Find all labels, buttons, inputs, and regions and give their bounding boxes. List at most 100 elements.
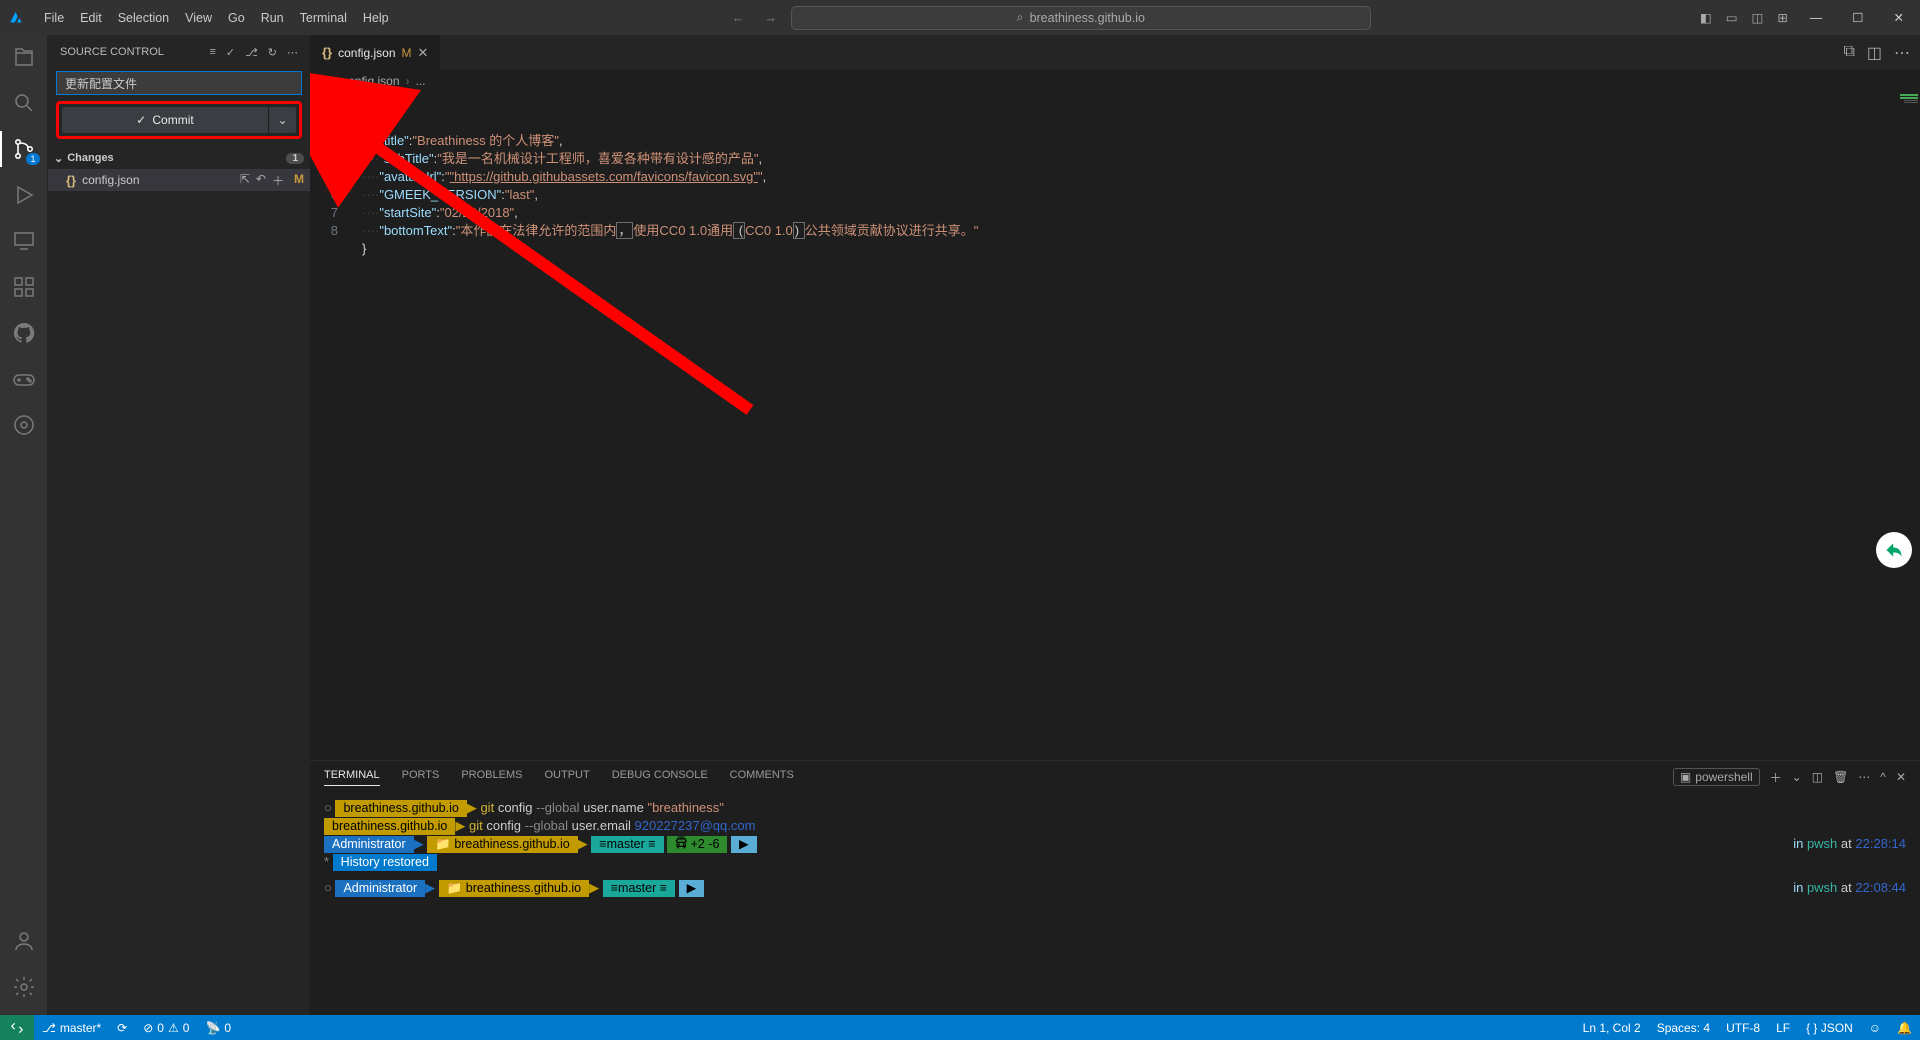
crumb-file: config.json (342, 74, 399, 88)
status-bell-icon[interactable]: 🔔 (1889, 1021, 1920, 1035)
panel-tab-ports[interactable]: PORTS (402, 769, 440, 785)
code-editor[interactable]: 12345678 { ····"title":"Breathiness 的个人博… (310, 92, 1920, 760)
window-close-button[interactable]: ✕ (1886, 10, 1912, 25)
account-icon[interactable] (10, 927, 38, 955)
nav-forward-icon[interactable]: → (758, 11, 783, 25)
menu-selection[interactable]: Selection (110, 11, 177, 25)
layout-toggle-3-icon[interactable]: ◫ (1752, 10, 1764, 25)
layout-toggle-2-icon[interactable]: ▭ (1726, 10, 1738, 25)
commit-message-input[interactable] (56, 71, 302, 95)
tab-close-icon[interactable]: ✕ (418, 45, 429, 61)
remote-explorer-icon[interactable] (10, 227, 38, 255)
menu-terminal[interactable]: Terminal (292, 11, 355, 25)
changes-count-badge: 1 (286, 153, 304, 164)
search-activity-icon[interactable] (10, 89, 38, 117)
layout-customize-icon[interactable]: ⊞ (1777, 10, 1787, 25)
source-control-sidebar: SOURCE CONTROL ≡ ✓ ⎇ ↻ ⋯ ✓ Commit ⌄ (48, 35, 310, 1015)
menu-file[interactable]: File (36, 11, 72, 25)
source-control-icon[interactable]: 1 (10, 135, 38, 163)
activity-bar: 1 (0, 35, 48, 1015)
stage-changes-icon[interactable]: ＋ (272, 172, 284, 189)
maximize-panel-icon[interactable]: ^ (1880, 770, 1886, 784)
minimap[interactable] (1810, 92, 1920, 760)
chevron-down-icon: ⌄ (277, 113, 287, 127)
bottom-panel: TERMINAL PORTS PROBLEMS OUTPUT DEBUG CON… (310, 760, 1920, 1015)
gamepad-icon[interactable] (10, 365, 38, 393)
status-encoding[interactable]: UTF-8 (1718, 1021, 1768, 1035)
nav-back-icon[interactable]: ← (726, 11, 751, 25)
commit-button-highlight-annotation: ✓ Commit ⌄ (56, 101, 302, 139)
tab-label: config.json (338, 46, 395, 60)
tab-modified-badge: M (402, 46, 412, 60)
code-content: { ····"title":"Breathiness 的个人博客", ····"… (350, 92, 978, 760)
status-bar: ⎇master* ⟳ ⊘0 ⚠0 📡0 Ln 1, Col 2 Spaces: … (0, 1015, 1920, 1040)
menu-help[interactable]: Help (355, 11, 397, 25)
search-label: breathiness.github.io (1030, 11, 1145, 25)
modified-badge: M (294, 172, 304, 189)
editor-tab-config[interactable]: {} config.json M ✕ (310, 35, 441, 70)
view-as-list-icon[interactable]: ≡ (209, 46, 215, 59)
window-minimize-button[interactable]: — (1802, 11, 1831, 25)
terminal-shell-selector[interactable]: ▣powershell (1673, 768, 1760, 786)
commit-check-icon[interactable]: ✓ (226, 46, 235, 59)
extensions-icon[interactable] (10, 273, 38, 301)
status-spaces[interactable]: Spaces: 4 (1649, 1021, 1718, 1035)
target-icon[interactable] (10, 411, 38, 439)
command-center-search[interactable]: ⌕ breathiness.github.io (791, 6, 1371, 30)
status-ports[interactable]: 📡0 (197, 1021, 239, 1035)
editor-tab-bar: {} config.json M ✕ ⧉ ◫ ⋯ (310, 35, 1920, 70)
terminal-dropdown-icon[interactable]: ⌄ (1792, 770, 1802, 784)
line-gutter: 12345678 (310, 92, 350, 760)
status-sync[interactable]: ⟳ (109, 1021, 135, 1035)
refresh-icon[interactable]: ↻ (268, 46, 277, 59)
kill-terminal-icon[interactable]: 🗑 (1833, 770, 1848, 784)
panel-tab-terminal[interactable]: TERMINAL (324, 769, 380, 786)
changed-file-row[interactable]: {} config.json ⇱ ↶ ＋ M (48, 169, 310, 191)
compare-changes-icon[interactable]: ⧉ (1843, 43, 1854, 63)
window-maximize-button[interactable]: ☐ (1844, 10, 1871, 25)
status-cursor[interactable]: Ln 1, Col 2 (1575, 1021, 1649, 1035)
status-branch[interactable]: ⎇master* (34, 1021, 109, 1035)
status-language[interactable]: { } JSON (1798, 1021, 1861, 1035)
settings-gear-icon[interactable] (10, 973, 38, 1001)
status-errors[interactable]: ⊘0 ⚠0 (135, 1021, 197, 1035)
run-debug-icon[interactable] (10, 181, 38, 209)
split-terminal-icon[interactable]: ◫ (1812, 770, 1823, 784)
scm-badge: 1 (26, 153, 39, 165)
more-actions-icon[interactable]: ⋯ (287, 46, 298, 59)
commit-dropdown-button[interactable]: ⌄ (268, 107, 296, 133)
more-tab-actions-icon[interactable]: ⋯ (1894, 43, 1910, 63)
menu-edit[interactable]: Edit (72, 11, 110, 25)
panel-tab-problems[interactable]: PROBLEMS (461, 769, 522, 785)
sidebar-title: SOURCE CONTROL (60, 46, 164, 58)
panel-more-icon[interactable]: ⋯ (1858, 770, 1870, 784)
changes-section-header[interactable]: ⌄ Changes 1 (48, 147, 310, 169)
json-file-icon: {} (322, 45, 332, 60)
menu-view[interactable]: View (177, 11, 220, 25)
commit-button[interactable]: ✓ Commit (62, 107, 268, 133)
changes-label: Changes (67, 152, 113, 164)
floating-action-button[interactable] (1876, 532, 1912, 568)
menu-go[interactable]: Go (220, 11, 253, 25)
remote-indicator[interactable] (0, 1015, 34, 1040)
close-panel-icon[interactable]: ✕ (1896, 770, 1906, 784)
menu-run[interactable]: Run (253, 11, 292, 25)
commit-button-label: Commit (152, 113, 193, 127)
explorer-icon[interactable] (10, 43, 38, 71)
github-icon[interactable] (10, 319, 38, 347)
changed-file-name: config.json (82, 173, 139, 187)
title-bar: File Edit Selection View Go Run Terminal… (0, 0, 1920, 35)
panel-tab-output[interactable]: OUTPUT (544, 769, 589, 785)
branch-icon[interactable]: ⎇ (245, 46, 258, 59)
breadcrumb[interactable]: {} config.json › ... (310, 70, 1920, 92)
panel-tab-comments[interactable]: COMMENTS (730, 769, 794, 785)
layout-toggle-1-icon[interactable]: ◧ (1700, 10, 1712, 25)
split-editor-icon[interactable]: ◫ (1867, 43, 1882, 63)
new-terminal-icon[interactable]: ＋ (1770, 769, 1782, 786)
status-eol[interactable]: LF (1768, 1021, 1798, 1035)
panel-tab-debug[interactable]: DEBUG CONSOLE (612, 769, 708, 785)
open-file-icon[interactable]: ⇱ (240, 172, 250, 189)
terminal-content[interactable]: ○ breathiness.github.io▶ git config --gl… (310, 793, 1920, 903)
discard-changes-icon[interactable]: ↶ (256, 172, 266, 189)
status-feedback-icon[interactable]: ☺ (1861, 1021, 1889, 1035)
